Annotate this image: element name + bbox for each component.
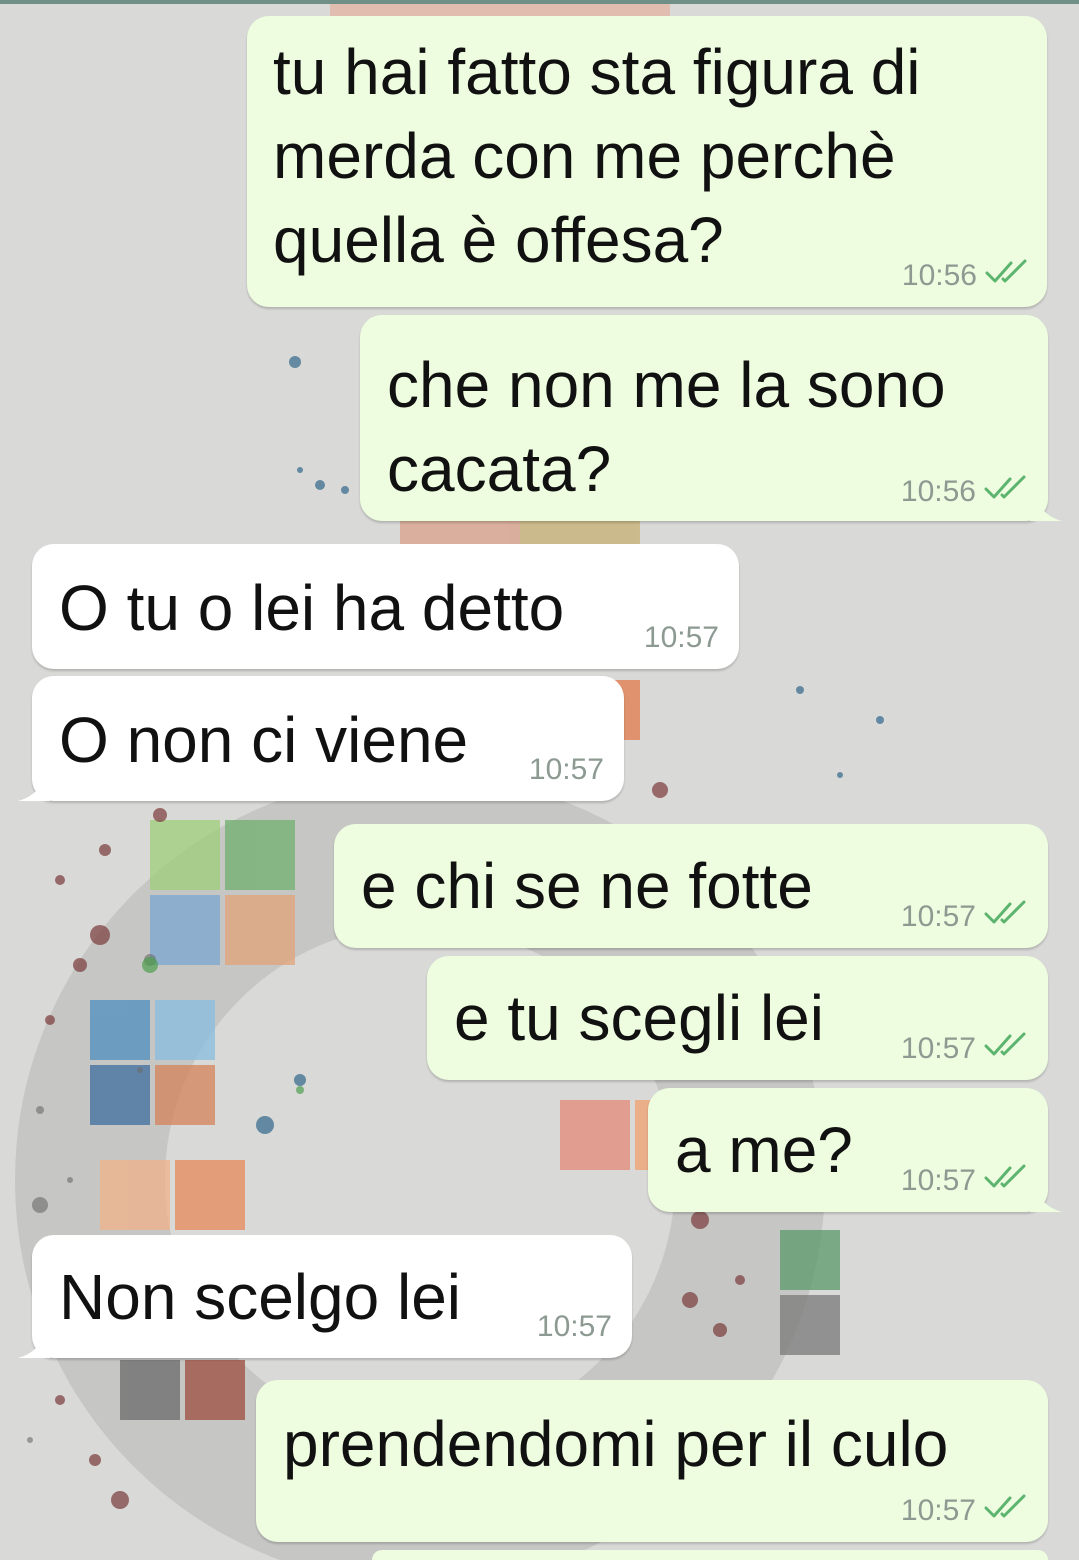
top-divider xyxy=(0,0,1079,4)
double-check-icon xyxy=(984,475,1028,509)
double-check-icon xyxy=(984,1164,1028,1198)
message-meta: 10:57 xyxy=(644,621,719,655)
message-text: O tu o lei ha detto xyxy=(59,572,565,644)
message-time: 10:56 xyxy=(900,475,976,508)
double-check-icon xyxy=(984,900,1028,934)
message-time: 10:56 xyxy=(901,259,977,292)
message-text: e chi se ne fotte xyxy=(361,850,813,922)
message-time: 10:57 xyxy=(900,1164,976,1197)
message-text: che non me la sono cacata? xyxy=(387,349,946,505)
message-text: prendendomi per il culo xyxy=(283,1408,949,1480)
message-time: 10:57 xyxy=(536,1310,612,1343)
message-time: 10:57 xyxy=(900,1032,976,1065)
message-time: 10:57 xyxy=(528,753,604,786)
message-meta: 10:57 xyxy=(537,1310,612,1344)
message-text: Non scelgo lei xyxy=(59,1261,461,1333)
message-meta: 10:57 xyxy=(901,1494,1028,1528)
double-check-icon xyxy=(984,1032,1028,1066)
message-bubble-outgoing[interactable]: a me? 10:57 xyxy=(648,1088,1062,1212)
message-meta: 10:57 xyxy=(901,900,1028,934)
message-meta: 10:57 xyxy=(529,753,604,787)
message-bubble-incoming[interactable]: Non scelgo lei 10:57 xyxy=(18,1235,632,1358)
message-bubble-outgoing[interactable]: prendendomi per il culo 10:57 xyxy=(256,1380,1048,1542)
message-bubble-outgoing[interactable]: che non me la sono cacata? 10:56 xyxy=(360,315,1062,521)
message-meta: 10:57 xyxy=(901,1032,1028,1066)
bubble-tail xyxy=(1030,495,1062,521)
message-bubble-outgoing[interactable]: e tu scegli lei 10:57 xyxy=(427,956,1048,1080)
message-bubble-outgoing[interactable]: e chi se ne fotte 10:57 xyxy=(334,824,1048,948)
bubble-tail xyxy=(18,775,50,801)
message-bubble-outgoing[interactable]: tu hai fatto sta figura di merda con me … xyxy=(247,16,1047,307)
message-text: a me? xyxy=(675,1114,853,1186)
message-text: tu hai fatto sta figura di merda con me … xyxy=(273,36,921,276)
message-text: e tu scegli lei xyxy=(454,982,824,1054)
message-bubble-incoming[interactable]: O tu o lei ha detto 10:57 xyxy=(32,544,739,669)
message-time: 10:57 xyxy=(900,900,976,933)
message-text: O non ci viene xyxy=(59,704,469,776)
double-check-icon xyxy=(985,259,1029,293)
bubble-tail xyxy=(18,1332,50,1358)
message-bubble-incoming[interactable]: O non ci viene 10:57 xyxy=(18,676,624,801)
double-check-icon xyxy=(984,1494,1028,1528)
message-time: 10:57 xyxy=(900,1494,976,1527)
message-meta: 10:56 xyxy=(901,475,1028,509)
message-time: 10:57 xyxy=(643,621,719,654)
message-bubble-partial[interactable] xyxy=(372,1550,1048,1560)
message-meta: 10:57 xyxy=(901,1164,1028,1198)
bubble-tail xyxy=(1030,1186,1062,1212)
message-meta: 10:56 xyxy=(902,259,1029,293)
